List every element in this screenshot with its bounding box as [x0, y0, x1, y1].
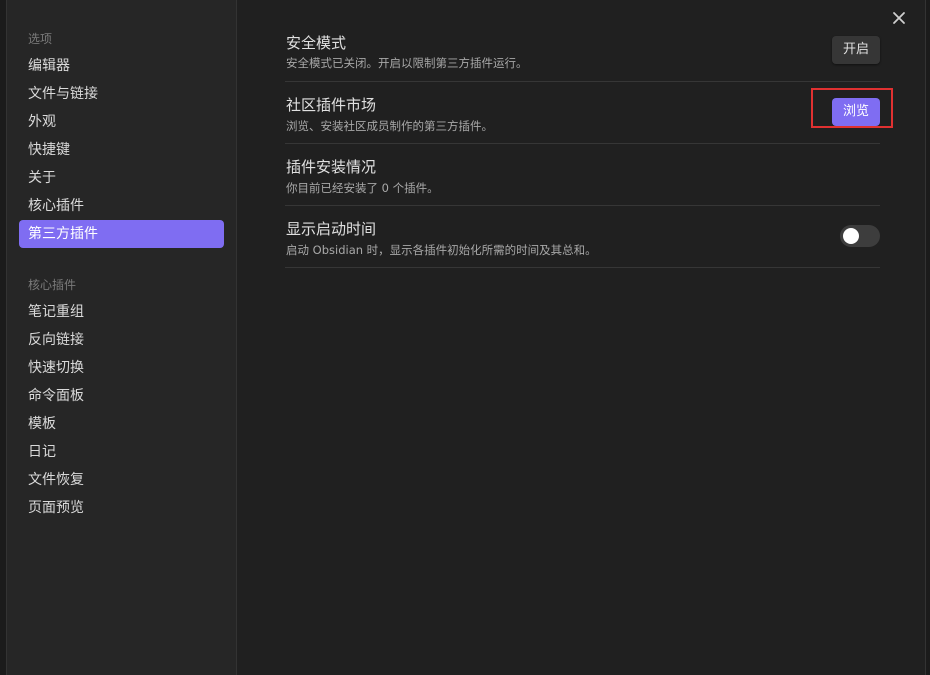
safe-mode-enable-button[interactable]: 开启	[831, 36, 880, 64]
setting-name: 安全模式	[286, 34, 347, 52]
setting-name: 社区插件市场	[286, 96, 377, 114]
setting-community-plugins: 社区插件市场 浏览、安装社区成员制作的第三方插件。 浏览	[285, 82, 893, 144]
sidebar-item-command-palette[interactable]: 命令面板	[19, 382, 224, 410]
sidebar-item-community-plugins[interactable]: 第三方插件	[19, 220, 224, 248]
sidebar-item-appearance[interactable]: 外观	[19, 108, 224, 136]
sidebar-item-note-composer[interactable]: 笔记重组	[19, 298, 224, 326]
sidebar-item-page-preview[interactable]: 页面预览	[19, 494, 224, 522]
sidebar-item-backlinks[interactable]: 反向链接	[19, 326, 224, 354]
setting-description: 安全模式已关闭。开启以限制第三方插件运行。	[286, 56, 528, 70]
sidebar-section-core-plugins: 核心插件	[28, 278, 77, 292]
close-icon[interactable]	[889, 8, 909, 28]
sidebar-item-daily-notes[interactable]: 日记	[19, 438, 224, 466]
settings-content: 安全模式 安全模式已关闭。开启以限制第三方插件运行。 开启 社区插件市场 浏览、…	[285, 0, 893, 268]
setting-description: 你目前已经安装了 0 个插件。	[286, 181, 439, 195]
sidebar-item-quick-switcher[interactable]: 快速切换	[19, 354, 224, 382]
settings-modal: 选项 编辑器 文件与链接 外观 快捷键 关于 核心插件 第三方插件 核心插件 笔…	[6, 0, 926, 675]
setting-installed-plugins: 插件安装情况 你目前已经安装了 0 个插件。	[285, 144, 880, 206]
setting-description: 启动 Obsidian 时，显示各插件初始化所需的时间及其总和。	[286, 243, 597, 257]
sidebar-item-file-recovery[interactable]: 文件恢复	[19, 466, 224, 494]
startup-time-toggle[interactable]	[840, 225, 880, 247]
sidebar-item-about[interactable]: 关于	[19, 164, 224, 192]
toggle-knob	[843, 228, 859, 244]
setting-startup-time: 显示启动时间 启动 Obsidian 时，显示各插件初始化所需的时间及其总和。	[285, 206, 880, 268]
sidebar-item-editor[interactable]: 编辑器	[19, 52, 224, 80]
setting-name: 显示启动时间	[286, 220, 377, 238]
setting-name: 插件安装情况	[286, 158, 377, 176]
setting-description: 浏览、安装社区成员制作的第三方插件。	[286, 119, 493, 133]
setting-safe-mode: 安全模式 安全模式已关闭。开启以限制第三方插件运行。 开启	[285, 0, 880, 82]
settings-sidebar: 选项 编辑器 文件与链接 外观 快捷键 关于 核心插件 第三方插件 核心插件 笔…	[7, 0, 237, 675]
sidebar-item-hotkeys[interactable]: 快捷键	[19, 136, 224, 164]
sidebar-item-files-links[interactable]: 文件与链接	[19, 80, 224, 108]
highlight-box	[811, 88, 893, 128]
sidebar-item-core-plugins[interactable]: 核心插件	[19, 192, 224, 220]
sidebar-section-options: 选项	[28, 32, 53, 46]
sidebar-item-templates[interactable]: 模板	[19, 410, 224, 438]
